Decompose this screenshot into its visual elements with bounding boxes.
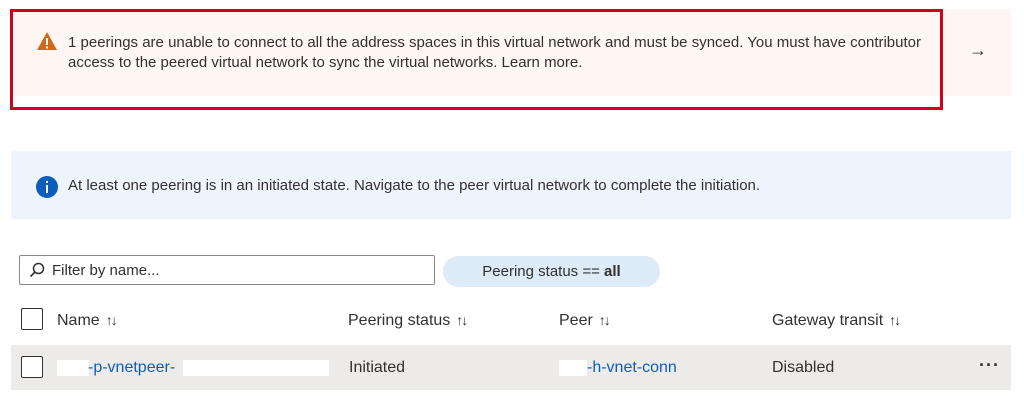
- sort-icon: ↑↓: [889, 312, 901, 328]
- column-header-name[interactable]: Name ↑↓: [57, 309, 118, 332]
- sort-icon: ↑↓: [456, 312, 468, 328]
- redacted-text-block: [559, 360, 587, 376]
- peering-status-filter-label: Peering status ==: [482, 263, 605, 280]
- row-name-link[interactable]: -p-vnetpeer-: [88, 357, 175, 379]
- column-header-peer[interactable]: Peer ↑↓: [559, 309, 611, 332]
- filter-box[interactable]: [19, 255, 435, 285]
- sort-icon: ↑↓: [598, 312, 611, 328]
- peering-status-filter-value: all: [604, 263, 621, 280]
- column-header-gateway-transit[interactable]: Gateway transit ↑↓: [772, 309, 901, 332]
- more-actions-icon[interactable]: ···: [979, 355, 1000, 376]
- row-peer-link[interactable]: -h-vnet-conn: [587, 357, 677, 379]
- sort-icon: ↑↓: [105, 312, 118, 328]
- filter-by-name-input[interactable]: [52, 260, 422, 280]
- info-message: At least one peering is in an initiated …: [68, 177, 761, 194]
- row-checkbox[interactable]: [21, 356, 43, 378]
- column-header-gateway-transit-label: Gateway transit: [772, 312, 884, 329]
- column-header-peering-status[interactable]: Peering status ↑↓: [348, 309, 468, 332]
- row-peering-status: Initiated: [349, 359, 406, 376]
- info-icon: [36, 176, 58, 198]
- column-header-peering-status-label: Peering status: [348, 312, 451, 329]
- search-icon: [29, 262, 45, 278]
- column-header-peer-label: Peer: [559, 312, 593, 329]
- column-header-name-label: Name: [57, 312, 100, 329]
- redacted-text-block: [57, 360, 89, 376]
- arrow-right-icon[interactable]: →: [969, 40, 989, 60]
- warning-triangle-icon: [36, 31, 58, 51]
- select-all-checkbox[interactable]: [21, 308, 43, 330]
- warning-message[interactable]: 1 peerings are unable to connect to all …: [68, 33, 938, 73]
- row-gateway-transit: Disabled: [772, 359, 835, 376]
- redacted-text-block: [183, 360, 329, 376]
- peering-status-filter[interactable]: Peering status == all: [443, 256, 660, 287]
